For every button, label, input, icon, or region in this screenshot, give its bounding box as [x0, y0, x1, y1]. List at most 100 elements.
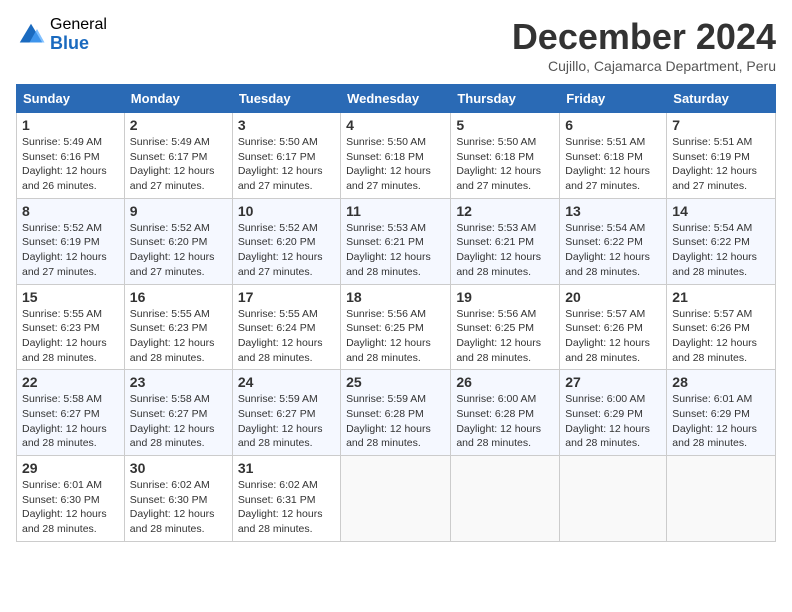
- calendar-cell: 19 Sunrise: 5:56 AM Sunset: 6:25 PM Dayli…: [451, 284, 560, 370]
- calendar-cell: 13 Sunrise: 5:54 AM Sunset: 6:22 PM Dayli…: [560, 198, 667, 284]
- day-info: Sunrise: 6:01 AM Sunset: 6:29 PM Dayligh…: [672, 392, 770, 451]
- day-info: Sunrise: 5:55 AM Sunset: 6:23 PM Dayligh…: [130, 307, 227, 366]
- day-number: 21: [672, 289, 770, 305]
- calendar-week-row: 29Sunrise: 6:01 AM Sunset: 6:30 PM Dayli…: [17, 456, 776, 542]
- day-info: Sunrise: 5:58 AM Sunset: 6:27 PM Dayligh…: [130, 392, 227, 451]
- calendar-week-row: 1Sunrise: 5:49 AM Sunset: 6:16 PM Daylig…: [17, 113, 776, 199]
- day-number: 27: [565, 374, 661, 390]
- day-number: 30: [130, 460, 227, 476]
- day-number: 20: [565, 289, 661, 305]
- day-number: 25: [346, 374, 445, 390]
- calendar-cell: 9 Sunrise: 5:52 AM Sunset: 6:20 PM Daylig…: [124, 198, 232, 284]
- day-info: Sunrise: 5:52 AM Sunset: 6:20 PM Dayligh…: [238, 221, 335, 280]
- day-info: Sunrise: 5:59 AM Sunset: 6:28 PM Dayligh…: [346, 392, 445, 451]
- day-info: Sunrise: 5:56 AM Sunset: 6:25 PM Dayligh…: [346, 307, 445, 366]
- day-number: 18: [346, 289, 445, 305]
- logo: General Blue: [16, 16, 107, 53]
- day-info: Sunrise: 5:56 AM Sunset: 6:25 PM Dayligh…: [456, 307, 554, 366]
- logo-blue: Blue: [50, 34, 107, 54]
- calendar-cell: 27 Sunrise: 6:00 AM Sunset: 6:29 PM Dayli…: [560, 370, 667, 456]
- calendar-cell: 6 Sunrise: 5:51 AM Sunset: 6:18 PM Daylig…: [560, 113, 667, 199]
- day-number: 9: [130, 203, 227, 219]
- title-section: December 2024 Cujillo, Cajamarca Departm…: [512, 16, 776, 74]
- logo-icon: [16, 20, 46, 50]
- calendar-cell: 25 Sunrise: 5:59 AM Sunset: 6:28 PM Dayli…: [341, 370, 451, 456]
- calendar-week-row: 8 Sunrise: 5:52 AM Sunset: 6:19 PM Daylig…: [17, 198, 776, 284]
- calendar-header-saturday: Saturday: [667, 85, 776, 113]
- day-number: 26: [456, 374, 554, 390]
- logo-general: General: [50, 16, 107, 34]
- day-number: 12: [456, 203, 554, 219]
- calendar-cell: 18 Sunrise: 5:56 AM Sunset: 6:25 PM Dayli…: [341, 284, 451, 370]
- calendar-cell: 10Sunrise: 5:52 AM Sunset: 6:20 PM Dayli…: [232, 198, 340, 284]
- day-number: 22: [22, 374, 119, 390]
- day-info: Sunrise: 6:02 AM Sunset: 6:30 PM Dayligh…: [130, 478, 227, 537]
- day-info: Sunrise: 5:52 AM Sunset: 6:19 PM Dayligh…: [22, 221, 119, 280]
- calendar-week-row: 22 Sunrise: 5:58 AM Sunset: 6:27 PM Dayli…: [17, 370, 776, 456]
- day-number: 28: [672, 374, 770, 390]
- calendar-cell: 21 Sunrise: 5:57 AM Sunset: 6:26 PM Dayli…: [667, 284, 776, 370]
- day-info: Sunrise: 6:02 AM Sunset: 6:31 PM Dayligh…: [238, 478, 335, 537]
- calendar-header-sunday: Sunday: [17, 85, 125, 113]
- calendar-header-tuesday: Tuesday: [232, 85, 340, 113]
- day-info: Sunrise: 6:01 AM Sunset: 6:30 PM Dayligh…: [22, 478, 119, 537]
- day-info: Sunrise: 5:54 AM Sunset: 6:22 PM Dayligh…: [672, 221, 770, 280]
- day-info: Sunrise: 6:00 AM Sunset: 6:29 PM Dayligh…: [565, 392, 661, 451]
- day-number: 1: [22, 117, 119, 133]
- calendar-cell: 1Sunrise: 5:49 AM Sunset: 6:16 PM Daylig…: [17, 113, 125, 199]
- calendar-cell: [667, 456, 776, 542]
- calendar-cell: 23 Sunrise: 5:58 AM Sunset: 6:27 PM Dayli…: [124, 370, 232, 456]
- day-info: Sunrise: 5:59 AM Sunset: 6:27 PM Dayligh…: [238, 392, 335, 451]
- calendar-cell: 16 Sunrise: 5:55 AM Sunset: 6:23 PM Dayli…: [124, 284, 232, 370]
- day-number: 6: [565, 117, 661, 133]
- day-number: 7: [672, 117, 770, 133]
- day-number: 3: [238, 117, 335, 133]
- calendar-week-row: 15 Sunrise: 5:55 AM Sunset: 6:23 PM Dayli…: [17, 284, 776, 370]
- calendar-cell: 20Sunrise: 5:57 AM Sunset: 6:26 PM Dayli…: [560, 284, 667, 370]
- calendar-cell: 7Sunrise: 5:51 AM Sunset: 6:19 PM Daylig…: [667, 113, 776, 199]
- page-header: General Blue December 2024 Cujillo, Caja…: [16, 16, 776, 74]
- day-number: 14: [672, 203, 770, 219]
- calendar-cell: [341, 456, 451, 542]
- day-info: Sunrise: 5:57 AM Sunset: 6:26 PM Dayligh…: [672, 307, 770, 366]
- day-info: Sunrise: 5:50 AM Sunset: 6:18 PM Dayligh…: [456, 135, 554, 194]
- day-info: Sunrise: 5:53 AM Sunset: 6:21 PM Dayligh…: [346, 221, 445, 280]
- day-number: 19: [456, 289, 554, 305]
- day-info: Sunrise: 5:51 AM Sunset: 6:18 PM Dayligh…: [565, 135, 661, 194]
- day-info: Sunrise: 5:53 AM Sunset: 6:21 PM Dayligh…: [456, 221, 554, 280]
- day-number: 4: [346, 117, 445, 133]
- day-info: Sunrise: 5:50 AM Sunset: 6:18 PM Dayligh…: [346, 135, 445, 194]
- calendar-cell: 28 Sunrise: 6:01 AM Sunset: 6:29 PM Dayli…: [667, 370, 776, 456]
- day-number: 5: [456, 117, 554, 133]
- calendar-cell: 14 Sunrise: 5:54 AM Sunset: 6:22 PM Dayli…: [667, 198, 776, 284]
- calendar-table: SundayMondayTuesdayWednesdayThursdayFrid…: [16, 84, 776, 542]
- calendar-cell: 11 Sunrise: 5:53 AM Sunset: 6:21 PM Dayli…: [341, 198, 451, 284]
- day-number: 11: [346, 203, 445, 219]
- day-info: Sunrise: 5:55 AM Sunset: 6:24 PM Dayligh…: [238, 307, 335, 366]
- day-number: 2: [130, 117, 227, 133]
- day-number: 15: [22, 289, 119, 305]
- day-number: 13: [565, 203, 661, 219]
- calendar-cell: 5 Sunrise: 5:50 AM Sunset: 6:18 PM Daylig…: [451, 113, 560, 199]
- calendar-cell: 30 Sunrise: 6:02 AM Sunset: 6:30 PM Dayli…: [124, 456, 232, 542]
- day-info: Sunrise: 5:50 AM Sunset: 6:17 PM Dayligh…: [238, 135, 335, 194]
- day-number: 23: [130, 374, 227, 390]
- location: Cujillo, Cajamarca Department, Peru: [512, 58, 776, 74]
- calendar-cell: 24Sunrise: 5:59 AM Sunset: 6:27 PM Dayli…: [232, 370, 340, 456]
- calendar-cell: 4 Sunrise: 5:50 AM Sunset: 6:18 PM Daylig…: [341, 113, 451, 199]
- calendar-cell: 26Sunrise: 6:00 AM Sunset: 6:28 PM Dayli…: [451, 370, 560, 456]
- day-number: 16: [130, 289, 227, 305]
- day-number: 8: [22, 203, 119, 219]
- calendar-cell: 8 Sunrise: 5:52 AM Sunset: 6:19 PM Daylig…: [17, 198, 125, 284]
- calendar-cell: 12 Sunrise: 5:53 AM Sunset: 6:21 PM Dayli…: [451, 198, 560, 284]
- day-number: 31: [238, 460, 335, 476]
- day-info: Sunrise: 5:58 AM Sunset: 6:27 PM Dayligh…: [22, 392, 119, 451]
- month-title: December 2024: [512, 16, 776, 58]
- calendar-header-row: SundayMondayTuesdayWednesdayThursdayFrid…: [17, 85, 776, 113]
- calendar-cell: 2Sunrise: 5:49 AM Sunset: 6:17 PM Daylig…: [124, 113, 232, 199]
- calendar-cell: 22 Sunrise: 5:58 AM Sunset: 6:27 PM Dayli…: [17, 370, 125, 456]
- day-info: Sunrise: 5:54 AM Sunset: 6:22 PM Dayligh…: [565, 221, 661, 280]
- calendar-header-monday: Monday: [124, 85, 232, 113]
- calendar-header-thursday: Thursday: [451, 85, 560, 113]
- day-info: Sunrise: 5:52 AM Sunset: 6:20 PM Dayligh…: [130, 221, 227, 280]
